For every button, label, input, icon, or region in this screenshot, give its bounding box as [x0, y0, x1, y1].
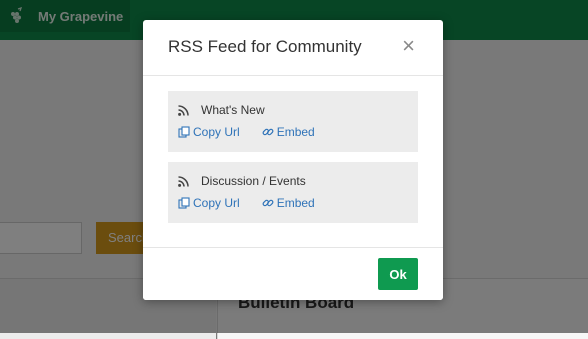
feed-title: What's New	[201, 103, 265, 117]
copy-url-link[interactable]: Copy Url	[178, 125, 240, 139]
copy-icon	[178, 126, 190, 138]
modal-footer: Ok	[143, 247, 443, 300]
rss-feed-modal: RSS Feed for Community × What's New Copy…	[143, 20, 443, 300]
ok-button[interactable]: Ok	[378, 258, 418, 290]
embed-label: Embed	[276, 196, 315, 210]
feed-title: Discussion / Events	[201, 174, 306, 188]
embed-link[interactable]: Embed	[262, 196, 315, 210]
rss-icon	[178, 104, 189, 116]
copy-icon	[178, 197, 190, 209]
feed-actions: Copy Url Embed	[178, 125, 315, 139]
modal-title: RSS Feed for Community	[168, 37, 362, 56]
close-button[interactable]: ×	[402, 35, 415, 57]
modal-header: RSS Feed for Community ×	[143, 20, 443, 76]
embed-label: Embed	[276, 125, 315, 139]
embed-link[interactable]: Embed	[262, 125, 315, 139]
copy-url-link[interactable]: Copy Url	[178, 196, 240, 210]
feed-title-row: Discussion / Events	[178, 174, 306, 188]
link-icon	[262, 199, 274, 207]
copy-url-label: Copy Url	[193, 196, 240, 210]
feed-card-whats-new: What's New Copy Url Embed	[168, 91, 418, 152]
copy-url-label: Copy Url	[193, 125, 240, 139]
feed-actions: Copy Url Embed	[178, 196, 315, 210]
feed-card-discussion-events: Discussion / Events Copy Url Embed	[168, 162, 418, 223]
rss-icon	[178, 175, 189, 187]
link-icon	[262, 128, 274, 136]
feed-title-row: What's New	[178, 103, 265, 117]
